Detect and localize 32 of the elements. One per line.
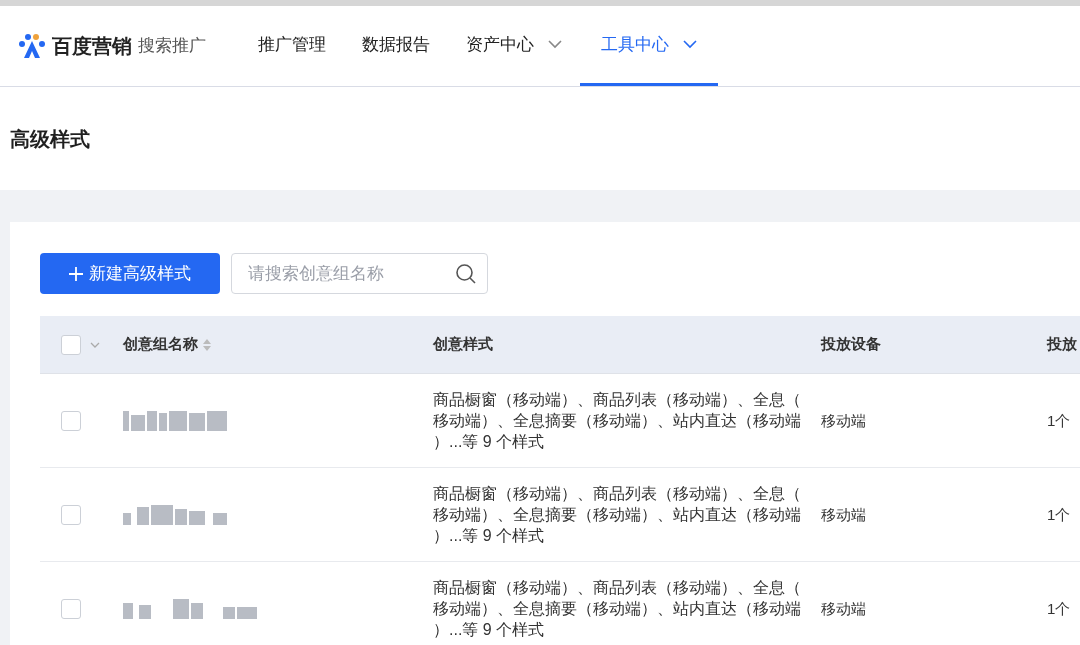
column-header: 创意组名称 [123,334,198,355]
device-cell: 移动端 [821,411,866,429]
brand-name: 百度营销 [52,34,132,59]
chevron-down-icon [683,40,697,49]
table-cell: 1个 [1047,505,1071,523]
nav-tab[interactable]: 数据报告 [344,6,448,86]
nav-tab[interactable]: 资产中心 [448,6,580,86]
style-cell-text: 商品橱窗（移动端）、商品列表（移动端）、全息（移动端）、全息摘要（移动端）、站内直达（移动端）...等 9 个样式 [433,578,801,640]
page-title: 高级样式 [10,126,90,152]
style-cell-text: 商品橱窗（移动端）、商品列表（移动端）、全息（移动端）、全息摘要（移动端）、站内直达（移动端）...等 9 个样式 [433,390,801,452]
checkbox[interactable] [61,334,81,355]
chevron-down-icon [548,40,562,49]
checkbox[interactable] [61,504,81,525]
table-cell: 1个 [1047,411,1071,429]
table-cell: 1个 [1047,599,1071,617]
column-header: 创意样式 [433,334,493,355]
new-style-button[interactable]: 新建高级样式 [40,253,220,294]
column-header: 投放设备 [821,334,881,355]
device-cell: 移动端 [821,599,866,617]
logo-icon [18,32,46,60]
checkbox[interactable] [61,410,81,431]
search-field[interactable]: 请搜索创意组名称 [231,253,488,294]
search-icon[interactable] [455,263,477,285]
device-cell: 移动端 [821,505,866,523]
chevron-down-icon[interactable] [90,341,100,348]
style-cell-text: 商品橱窗（移动端）、商品列表（移动端）、全息（移动端）、全息摘要（移动端）、站内直达（移动端）...等 9 个样式 [433,484,801,546]
checkbox[interactable] [61,598,81,619]
plus-icon [69,266,83,281]
sort-icon[interactable] [202,337,212,352]
product-name: 搜索推广 [138,35,206,58]
nav-tab[interactable]: 推广管理 [240,6,344,86]
column-header: 投放 [1047,334,1077,355]
